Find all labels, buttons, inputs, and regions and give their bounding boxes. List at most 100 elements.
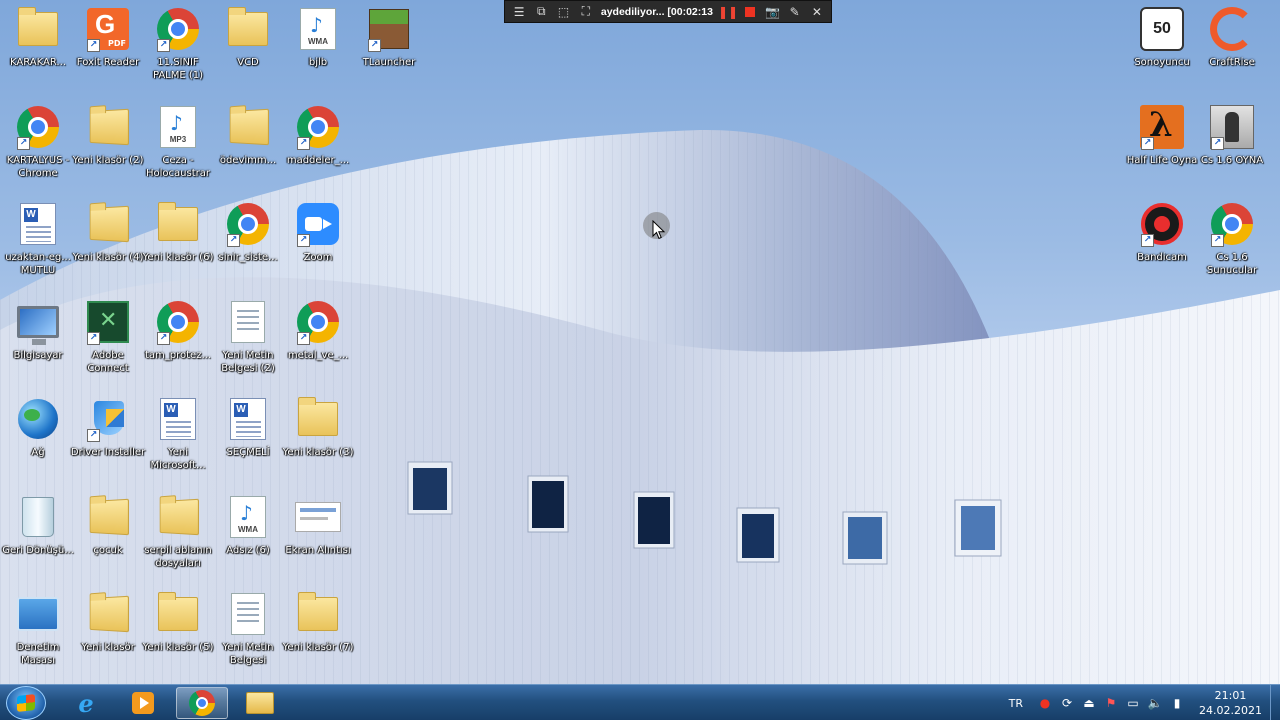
minecraft-grass-block-icon: ↗ <box>366 6 412 52</box>
control-panel-icon <box>15 591 61 637</box>
desktop-icon-label: SEÇMELİ <box>226 447 270 458</box>
chrome-icon: ↗ <box>225 201 271 247</box>
folder-icon <box>225 104 271 150</box>
volume-icon[interactable]: 🔈 <box>1147 695 1163 711</box>
desktop-icon-denetim-masasi[interactable]: Denetim Masası <box>0 591 76 685</box>
desktop-icon-label: 11.SINIF PALME (1) <box>152 57 204 81</box>
desktop-icon-tam-protez[interactable]: ↗ tam_protez... <box>140 299 216 393</box>
desktop-icon-metal-ve[interactable]: ↗ metal_ve_... <box>280 299 356 393</box>
show-desktop-button[interactable] <box>1270 685 1280 720</box>
desktop-icon-sinir-siste[interactable]: ↗ sinir_siste... <box>210 201 286 295</box>
folder-icon <box>295 396 341 442</box>
desktop-icon-adobe-connect[interactable]: ↗ Adobe Connect <box>70 299 146 393</box>
desktop-icon-label: Ağ <box>31 447 45 458</box>
record-icon[interactable]: ● <box>1037 695 1053 711</box>
desktop-icon-tlauncher[interactable]: ↗ TLauncher <box>351 6 427 100</box>
fullscreen-icon[interactable]: ⛶ <box>576 1 596 22</box>
action-center-flag-icon[interactable]: ⚑ <box>1103 695 1119 711</box>
desktop-icon-maddeler[interactable]: ↗ maddeler_... <box>280 104 356 198</box>
pause-icon[interactable]: ❚❚ <box>718 1 738 22</box>
start-button[interactable] <box>6 686 46 720</box>
desktop-icon-cs-16-sunucular[interactable]: ↗ Cs 1.6 Sunucular <box>1194 201 1270 295</box>
desktop-icon-yeni-klasor-3[interactable]: Yeni klasör (3) <box>280 396 356 490</box>
window-icon[interactable]: ⧉ <box>531 1 551 22</box>
desktop-icon-label: Adsız (6) <box>226 545 270 556</box>
desktop-icon-yeni-klasor-4[interactable]: Yeni klasör (4) <box>70 201 146 295</box>
close-icon[interactable]: ✕ <box>807 1 827 22</box>
sync-icon[interactable]: ⟳ <box>1059 695 1075 711</box>
word-document-icon <box>155 396 201 442</box>
desktop-icon-geri-donusum[interactable]: Geri Dönüşü... <box>0 494 76 588</box>
desktop-icon-yeni-microsoft[interactable]: Yeni Microsoft... <box>140 396 216 490</box>
desktop-icon-yeni-klasor-6[interactable]: Yeni klasör (6) <box>140 201 216 295</box>
desktop-icon-yeni-klasor-2[interactable]: Yeni klasör (2) <box>70 104 146 198</box>
screen-recorder-toolbar: ☰ ⧉ ⬚ ⛶ aydediliyor... [00:02:13 ❚❚ 📷 ✎ … <box>504 0 832 23</box>
region-icon[interactable]: ⬚ <box>553 1 573 22</box>
desktop-icon-label: Zoom <box>303 252 333 263</box>
usb-icon[interactable]: ⏏ <box>1081 695 1097 711</box>
desktop-icon-bandicam[interactable]: ↗ Bandicam <box>1124 201 1200 295</box>
desktop-icon-cs-16-oyna[interactable]: ↗ Cs 1.6 OYNA <box>1194 104 1270 198</box>
desktop-icon-driver-installer[interactable]: ↗ Driver Installer <box>70 396 146 490</box>
desktop-icon-odevimm[interactable]: ödevimm... <box>210 104 286 198</box>
desktop-icon-label: Yeni klasör <box>81 642 135 653</box>
desktop-icon-11-sinif-palme[interactable]: ↗ 11.SINIF PALME (1) <box>140 6 216 100</box>
desktop-icon-kartalyus-chrome[interactable]: ↗ KARTALYUS - Chrome <box>0 104 76 198</box>
desktop-icon-uzaktan-egitim[interactable]: uzaktan-eg... MUTLU <box>0 201 76 295</box>
desktop-icon-label: Driver Installer <box>70 447 146 458</box>
desktop-icon-label: Ceza - Holocaustrar <box>146 155 210 179</box>
desktop-icon-bjlb[interactable]: ♪ WMA bjlb <box>280 6 356 100</box>
desktop-icon-ag[interactable]: Ağ <box>0 396 76 490</box>
desktop-icon-karakar[interactable]: KARAKAR... <box>0 6 76 100</box>
shield-icon: ↗ <box>85 396 131 442</box>
desktop-icon-sonoyuncu[interactable]: 50 Sonoyuncu <box>1124 6 1200 100</box>
recording-status-text: aydediliyor... [00:02:13 <box>600 5 713 18</box>
desktop-icon-vcd[interactable]: VCD <box>210 6 286 100</box>
desktop-icon-ceza-holocaustrar[interactable]: ♪ MP3 Ceza - Holocaustrar <box>140 104 216 198</box>
chrome-icon: ↗ <box>295 299 341 345</box>
camera-icon[interactable]: 📷 <box>762 1 782 22</box>
taskbar-file-explorer[interactable] <box>234 687 286 719</box>
desktop-icon-label: Cs 1.6 Sunucular <box>1206 252 1258 276</box>
desktop-icon-bilgisayar[interactable]: Bilgisayar <box>0 299 76 393</box>
desktop-icon-adsiz-6[interactable]: ♪ WMA Adsız (6) <box>210 494 286 588</box>
desktop-icon-secmeli[interactable]: SEÇMELİ <box>210 396 286 490</box>
mouse-pointer-icon <box>652 220 666 240</box>
folder-icon <box>295 591 341 637</box>
taskbar-media-player[interactable] <box>117 687 169 719</box>
input-language-indicator[interactable]: TR <box>1009 697 1023 710</box>
desktop-icon-half-life-oyna[interactable]: ↗ Half Life Oyna <box>1124 104 1200 198</box>
system-clock[interactable]: 21:01 24.02.2021 <box>1199 688 1262 718</box>
desktop-icon-label: Yeni Microsoft... <box>150 447 206 471</box>
desktop-icon-zoom[interactable]: ↗ Zoom <box>280 201 356 295</box>
folder-icon <box>155 494 201 540</box>
desktop-icon-yeni-klasor-7[interactable]: Yeni klasör (7) <box>280 591 356 685</box>
desktop-icon-label: VCD <box>237 57 259 68</box>
desktop-icon-label: tam_protez... <box>144 350 211 361</box>
desktop-icon-yeni-klasor[interactable]: Yeni klasör <box>70 591 146 685</box>
desktop-icon-label: çocuk <box>93 545 123 556</box>
desktop-icon-label: Yeni klasör (5) <box>142 642 214 653</box>
clock-time: 21:01 <box>1214 689 1247 702</box>
desktop-icon-ekran-alintisi[interactable]: Ekran Alıntısı <box>280 494 356 588</box>
folder-icon <box>85 494 131 540</box>
desktop-icon-label: Half Life Oyna <box>1126 155 1198 166</box>
sonoyuncu-icon: 50 <box>1139 6 1185 52</box>
desktop-icon-label: KARTALYUS - Chrome <box>6 155 70 179</box>
taskbar-internet-explorer[interactable]: e <box>60 687 112 719</box>
desktop-icon-foxit-reader[interactable]: G PDF ↗ Foxit Reader <box>70 6 146 100</box>
stop-button[interactable] <box>740 1 760 22</box>
network-signal-icon[interactable]: ▮ <box>1169 695 1185 711</box>
pencil-icon[interactable]: ✎ <box>785 1 805 22</box>
desktop-icon-serpil-ablanin-dosyalari[interactable]: serpil ablanın dosyaları <box>140 494 216 588</box>
desktop-icon-yeni-metin-belgesi-2[interactable]: Yeni Metin Belgesi (2) <box>210 299 286 393</box>
display-icon[interactable]: ▭ <box>1125 695 1141 711</box>
desktop-icon-yeni-klasor-5[interactable]: Yeni klasör (5) <box>140 591 216 685</box>
desktop-icon-craftrise[interactable]: CraftRise <box>1194 6 1270 100</box>
desktop-icon-cocuk[interactable]: çocuk <box>70 494 146 588</box>
chrome-icon: ↗ <box>295 104 341 150</box>
taskbar-chrome[interactable] <box>176 687 228 719</box>
desktop-icon-yeni-metin-belgesi[interactable]: Yeni Metin Belgesi <box>210 591 286 685</box>
menu-icon[interactable]: ☰ <box>509 1 529 22</box>
desktop-icon-label: bjlb <box>308 57 328 68</box>
